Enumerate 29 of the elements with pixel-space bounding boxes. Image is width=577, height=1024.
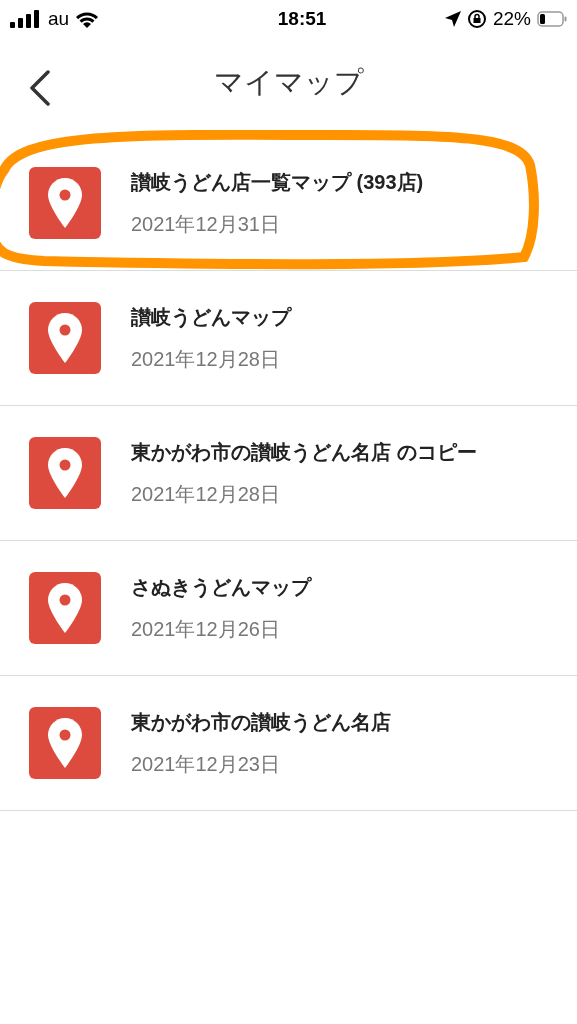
map-pin-icon <box>29 572 101 644</box>
map-list-item[interactable]: 讃岐うどんマップ 2021年12月28日 <box>0 271 577 406</box>
map-title: さぬきうどんマップ <box>131 575 311 600</box>
wifi-icon <box>75 10 100 28</box>
map-pin-icon <box>29 167 101 239</box>
map-title: 東かがわ市の讃岐うどん名店 <box>131 710 391 735</box>
map-pin-icon <box>29 437 101 509</box>
rotation-lock-icon <box>466 9 487 29</box>
map-list-item[interactable]: 東かがわ市の讃岐うどん名店 のコピー 2021年12月28日 <box>0 406 577 541</box>
map-date: 2021年12月31日 <box>131 212 281 237</box>
map-title: 讃岐うどんマップ <box>131 305 291 330</box>
map-list-item[interactable]: 讃岐うどん店一覧マップ (393店) 2021年12月31日 <box>0 136 577 271</box>
map-title: 東かがわ市の讃岐うどん名店 のコピー <box>131 440 477 465</box>
clock-time: 18:51 <box>277 6 327 31</box>
map-title: 讃岐うどん店一覧マップ (393店) <box>131 170 424 195</box>
map-date: 2021年12月26日 <box>131 617 281 642</box>
map-pin-icon <box>29 707 101 779</box>
map-list-item[interactable]: 東かがわ市の讃岐うどん名店 2021年12月23日 <box>0 676 577 811</box>
map-date: 2021年12月28日 <box>131 347 281 372</box>
page-title: マイマップ <box>213 65 364 101</box>
map-date: 2021年12月23日 <box>131 752 281 777</box>
map-list-item[interactable]: さぬきうどんマップ 2021年12月26日 <box>0 541 577 676</box>
location-arrow-icon <box>444 11 461 27</box>
signal-icon <box>10 10 42 28</box>
map-pin-icon <box>29 302 101 374</box>
battery-percent: 22% <box>492 6 531 31</box>
map-date: 2021年12月28日 <box>131 482 281 507</box>
battery-icon <box>537 11 567 27</box>
carrier-name: au <box>48 6 70 31</box>
